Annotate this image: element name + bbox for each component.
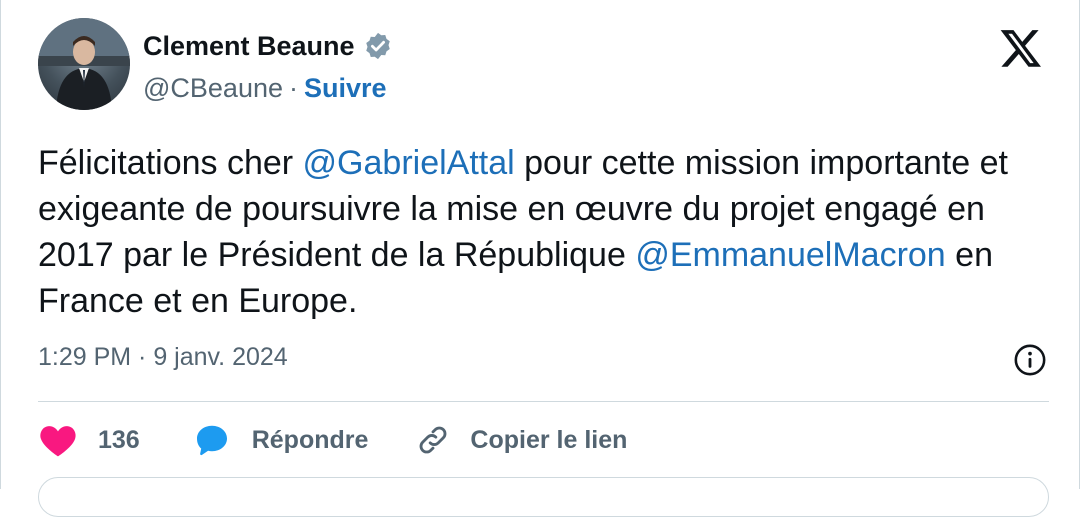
tweet-text-part-1: Félicitations cher — [38, 144, 303, 182]
tweet-timestamp[interactable]: 1:29 PM · 9 janv. 2024 — [38, 343, 288, 372]
tweet-card: Clement Beaune @CBeaune · Suivre Félicit… — [0, 0, 1080, 517]
divider — [38, 401, 1049, 402]
info-icon[interactable] — [1013, 343, 1047, 377]
action-bar: 136 Répondre Copier le lien — [38, 420, 627, 460]
reply-button[interactable]: Répondre — [194, 422, 369, 458]
read-replies-button[interactable] — [38, 477, 1049, 517]
heart-icon — [40, 426, 76, 457]
link-icon — [420, 426, 447, 454]
tweet-text: Félicitations cher @GabrielAttal pour ce… — [38, 140, 1048, 324]
reply-bubble-icon — [196, 425, 227, 456]
avatar[interactable] — [38, 18, 130, 110]
author-name-row: Clement Beaune — [143, 28, 393, 64]
avatar-photo — [38, 18, 130, 110]
mention-emmanuel-macron[interactable]: @EmmanuelMacron — [635, 236, 945, 274]
copy-link-label: Copier le lien — [470, 425, 628, 454]
reply-label: Répondre — [251, 425, 369, 454]
copy-link-button[interactable]: Copier le lien — [416, 423, 627, 457]
follow-button[interactable]: Suivre — [304, 73, 387, 104]
mention-gabriel-attal[interactable]: @GabrielAttal — [303, 144, 515, 182]
like-count: 136 — [98, 425, 140, 454]
x-logo-icon[interactable] — [998, 26, 1044, 70]
like-button[interactable]: 136 — [38, 422, 140, 458]
author-handle[interactable]: @CBeaune — [143, 73, 283, 104]
display-name[interactable]: Clement Beaune — [143, 31, 355, 62]
verified-badge-icon — [365, 32, 390, 60]
separator-dot: · — [289, 72, 298, 103]
handle-row: @CBeaune · Suivre — [143, 70, 387, 106]
